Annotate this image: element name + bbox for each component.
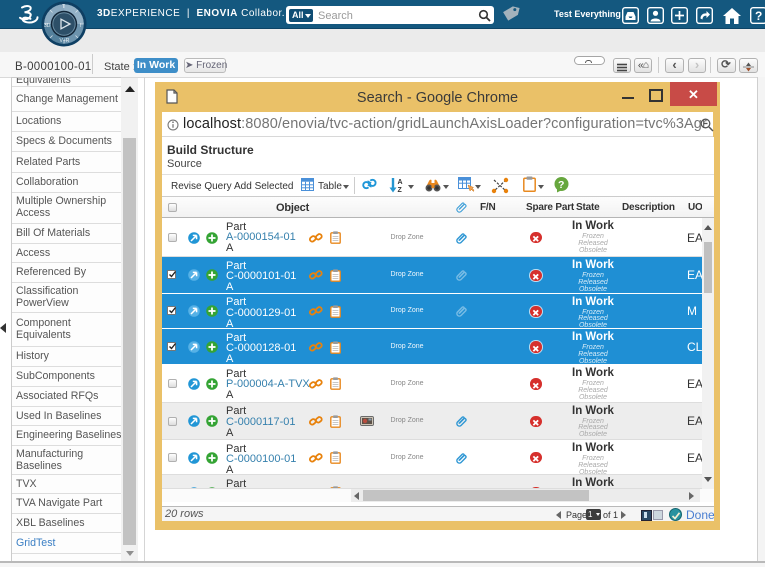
svg-text:?: ? xyxy=(755,9,762,23)
svg-text:V+R: V+R xyxy=(60,38,70,44)
svg-text:I: I xyxy=(80,23,81,29)
svg-text:Z: Z xyxy=(398,187,403,193)
svg-text:3D: 3D xyxy=(44,23,51,29)
svg-text:A: A xyxy=(398,179,403,186)
svg-text:T: T xyxy=(62,4,65,10)
svg-text:?: ? xyxy=(558,179,564,191)
